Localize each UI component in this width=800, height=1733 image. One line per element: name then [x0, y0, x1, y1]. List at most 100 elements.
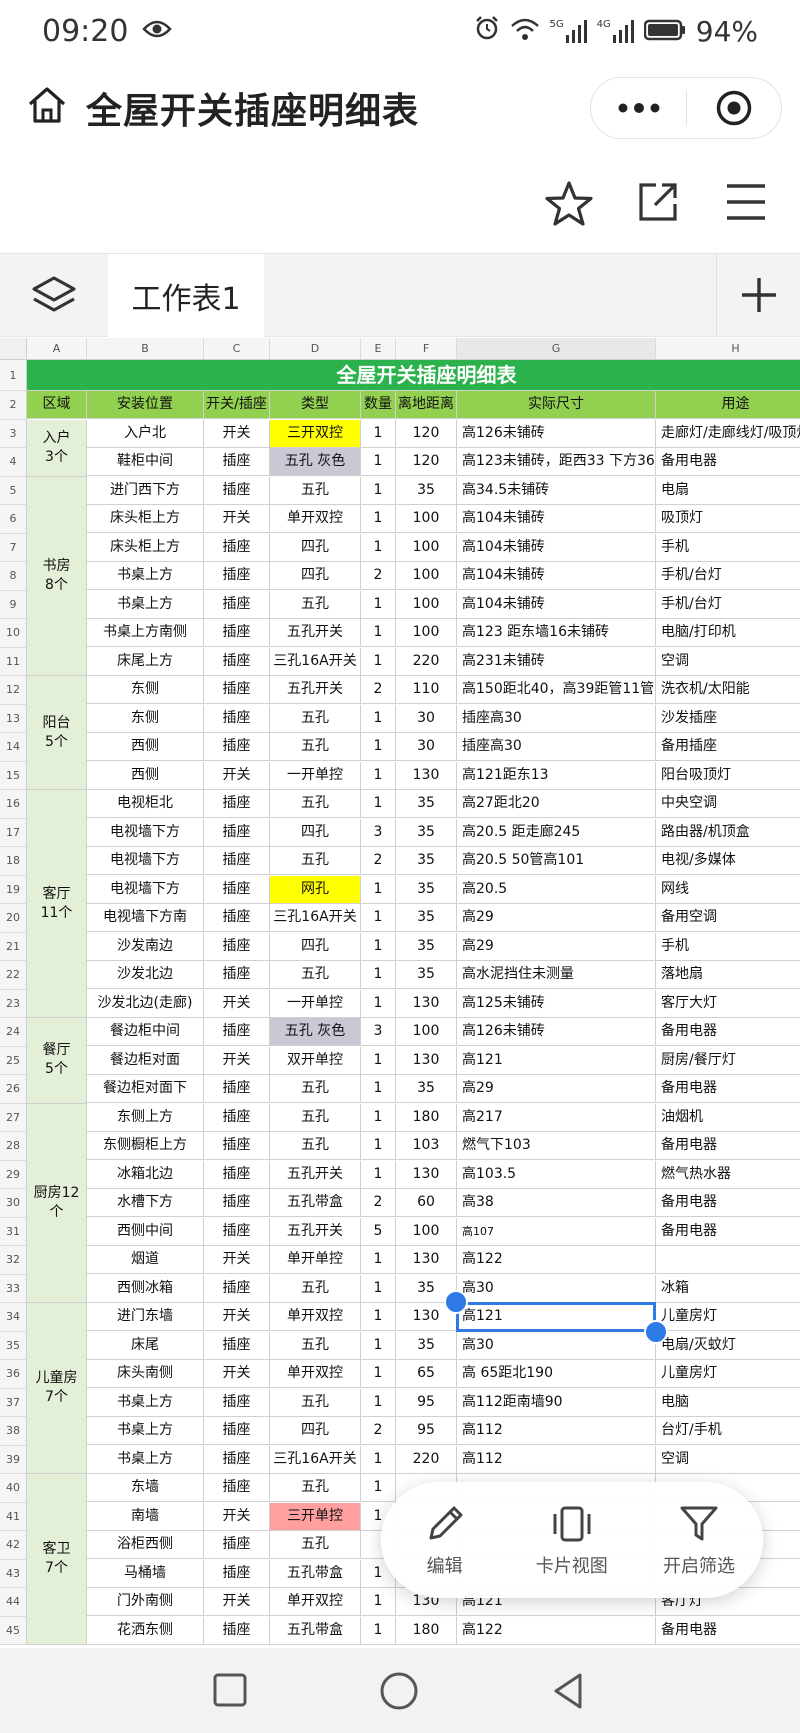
table-cell[interactable]: 高150距北40，高39距管11管23	[457, 676, 656, 704]
table-cell[interactable]: 四孔	[270, 562, 361, 590]
table-cell[interactable]: 100	[396, 505, 457, 533]
table-cell[interactable]: 书桌上方	[87, 1417, 204, 1445]
table-cell[interactable]: 插座	[204, 1274, 270, 1303]
back-button[interactable]	[548, 1670, 590, 1716]
card-view-button[interactable]: 卡片视图	[508, 1482, 635, 1598]
table-cell[interactable]: 100	[396, 590, 457, 619]
table-cell[interactable]: 高34.5未铺砖	[457, 476, 656, 505]
table-cell[interactable]: 103	[396, 1132, 457, 1160]
table-cell[interactable]: 高126未铺砖	[457, 1018, 656, 1046]
table-cell[interactable]: 130	[396, 1160, 457, 1189]
table-cell[interactable]: 100	[396, 562, 457, 590]
table-cell[interactable]: 1	[361, 647, 396, 676]
table-cell[interactable]: 高122	[457, 1246, 656, 1274]
table-cell[interactable]: 高125未铺砖	[457, 989, 656, 1018]
row-header[interactable]: 24	[0, 1018, 27, 1047]
table-cell[interactable]: 电视墙下方	[87, 818, 204, 847]
table-cell[interactable]: 插座	[204, 619, 270, 647]
table-cell[interactable]: 手机/台灯	[656, 562, 800, 590]
table-cell[interactable]: 1	[361, 1360, 396, 1388]
table-cell[interactable]: 五孔开关	[270, 676, 361, 704]
table-cell[interactable]: 开关	[204, 761, 270, 790]
table-cell[interactable]: 东侧	[87, 676, 204, 704]
row-header[interactable]: 7	[0, 533, 27, 562]
row-header[interactable]: 13	[0, 704, 27, 733]
table-cell[interactable]: 冰箱	[656, 1275, 800, 1303]
area-cell[interactable]: 书房 8个	[27, 476, 87, 676]
table-cell[interactable]: 高103.5	[457, 1160, 656, 1189]
row-header[interactable]: 11	[0, 647, 27, 676]
table-cell[interactable]: 3	[361, 818, 396, 847]
table-cell[interactable]: 五孔	[270, 1331, 361, 1360]
table-cell[interactable]: 插座	[204, 1160, 270, 1189]
table-cell[interactable]: 高126未铺砖	[457, 419, 656, 448]
table-cell[interactable]: 插座	[204, 847, 270, 875]
table-cell[interactable]: 一开单控	[270, 989, 361, 1018]
select-all-corner[interactable]	[0, 338, 27, 360]
table-cell[interactable]: 书桌上方	[87, 1445, 204, 1474]
table-cell[interactable]: 35	[396, 1331, 457, 1360]
table-cell[interactable]: 插座	[204, 1388, 270, 1417]
table-cell[interactable]: 三开单控	[270, 1502, 361, 1531]
table-cell[interactable]: 95	[396, 1417, 457, 1445]
area-cell[interactable]: 餐厅 5个	[27, 1018, 87, 1104]
table-cell[interactable]: 电扇	[656, 477, 800, 505]
table-cell[interactable]: 插座	[204, 1417, 270, 1445]
table-cell[interactable]: 插座	[204, 1331, 270, 1360]
table-cell[interactable]: 东侧橱柜上方	[87, 1132, 204, 1160]
table-cell[interactable]: 备用电器	[656, 1132, 800, 1160]
row-header[interactable]: 29	[0, 1160, 27, 1189]
table-cell[interactable]: 单开双控	[270, 1360, 361, 1388]
add-sheet-button[interactable]	[716, 254, 800, 336]
table-cell[interactable]: 1	[361, 476, 396, 505]
table-cell[interactable]: 单开双控	[270, 1303, 361, 1331]
table-cell[interactable]: 五孔	[270, 704, 361, 733]
table-cell[interactable]: 沙发插座	[656, 705, 800, 733]
row-header[interactable]: 43	[0, 1559, 27, 1588]
row-header[interactable]: 34	[0, 1303, 27, 1332]
table-cell[interactable]: 220	[396, 1445, 457, 1474]
column-title[interactable]: 开关/插座	[204, 391, 270, 419]
table-cell[interactable]: 100	[396, 1018, 457, 1046]
table-cell[interactable]: 书桌上方南侧	[87, 619, 204, 647]
table-cell[interactable]: 开关	[204, 1046, 270, 1075]
table-cell[interactable]: 35	[396, 818, 457, 847]
row-header[interactable]: 16	[0, 790, 27, 819]
spreadsheet-grid[interactable]: A B C D E F G H 1 2 3 4 5 6 7 8 9 10 11 12 13 14 15 16 17 18 19 20 2…	[0, 338, 800, 1648]
row-header[interactable]: 18	[0, 847, 27, 876]
table-cell[interactable]: 东侧	[87, 704, 204, 733]
table-cell[interactable]: 1	[361, 1616, 396, 1645]
table-cell[interactable]: 高123 距东墙16未铺砖	[457, 619, 656, 647]
table-cell[interactable]: 35	[396, 875, 457, 904]
table-cell[interactable]: 插座	[204, 932, 270, 961]
table-cell[interactable]: 手机	[656, 933, 800, 961]
table-cell[interactable]: 2	[361, 676, 396, 704]
table-cell[interactable]: 插座	[204, 448, 270, 476]
table-cell[interactable]: 网孔	[270, 875, 361, 904]
table-cell[interactable]: 1	[361, 1160, 396, 1189]
table-cell[interactable]: 三孔16A开关	[270, 904, 361, 932]
column-header[interactable]: C	[204, 338, 270, 360]
table-cell[interactable]: 高104未铺砖	[457, 562, 656, 590]
table-cell[interactable]: 五孔带盒	[270, 1189, 361, 1217]
column-header[interactable]: B	[87, 338, 204, 360]
table-cell[interactable]: 120	[396, 448, 457, 476]
table-cell[interactable]: 220	[396, 647, 457, 676]
table-cell[interactable]: 高104未铺砖	[457, 505, 656, 533]
table-cell[interactable]: 四孔	[270, 533, 361, 562]
row-header[interactable]: 40	[0, 1474, 27, 1503]
table-cell[interactable]: 1	[361, 961, 396, 989]
table-cell[interactable]: 高水泥挡住未测量	[457, 961, 656, 989]
table-cell[interactable]: 燃气下103	[457, 1132, 656, 1160]
row-header[interactable]: 12	[0, 676, 27, 705]
table-cell[interactable]: 1	[361, 704, 396, 733]
table-cell[interactable]: 130	[396, 761, 457, 790]
table-cell[interactable]: 电视柜北	[87, 790, 204, 818]
table-cell[interactable]: 1	[361, 733, 396, 761]
table-cell[interactable]: 五孔 灰色	[270, 448, 361, 476]
table-cell[interactable]: 落地扇	[656, 961, 800, 989]
table-cell[interactable]: 3	[361, 1018, 396, 1046]
table-cell[interactable]: 双开单控	[270, 1046, 361, 1075]
column-header[interactable]: F	[396, 338, 457, 360]
table-cell[interactable]: 插座	[204, 790, 270, 818]
